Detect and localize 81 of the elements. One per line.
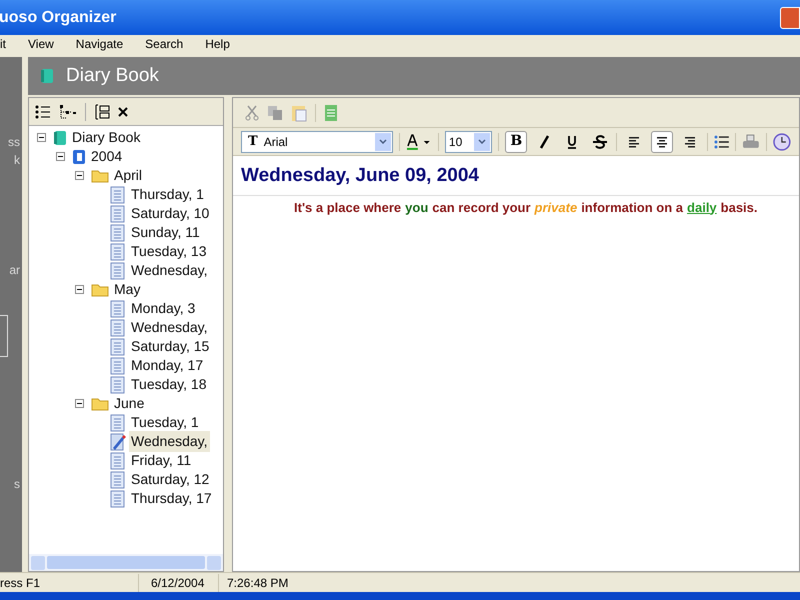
hierarchy-icon[interactable] [59,104,77,120]
align-left-icon [628,136,640,148]
tree-item[interactable]: Tuesday, 13 [129,241,208,262]
strikethrough-icon [592,134,608,148]
sidebar-frame [0,315,8,357]
page-icon [110,204,126,222]
window-title: uoso Organizer [0,8,116,28]
pencil-page-icon [110,432,126,450]
tree-item[interactable]: Monday, 17 [129,355,206,376]
folder-icon [91,396,109,410]
font-icon: T [248,132,258,152]
close-button[interactable] [780,6,800,28]
collapse-toggle[interactable] [56,152,65,161]
book-icon [40,68,54,84]
folder-icon [91,282,109,296]
tree-item[interactable]: Tuesday, 1 [129,412,201,433]
menu-item[interactable]: Search [145,35,184,53]
tree-item[interactable]: April [112,165,144,186]
tree-item[interactable]: Thursday, 1 [129,184,206,205]
page-icon [110,224,126,242]
align-center-button[interactable] [651,130,673,152]
page-icon [110,376,126,394]
book-icon [53,130,67,146]
page-icon [110,490,126,508]
bold-button[interactable]: B [505,130,528,152]
menu-item[interactable]: Help [205,35,230,53]
underline-icon [566,134,578,148]
tree-item[interactable]: Monday, 3 [129,298,198,319]
entry-heading: Wednesday, June 09, 2004 [233,156,799,196]
tree-item[interactable]: Friday, 11 [129,450,194,471]
tree-item[interactable]: Saturday, 15 [129,336,212,357]
tree-item[interactable]: Wednesday, [129,317,210,338]
header-title: Diary Book [66,64,159,88]
menu-item[interactable]: View [28,35,54,53]
status-text: ress F1 [0,574,42,592]
menu-item[interactable]: it [0,35,6,53]
printer-icon[interactable] [742,134,760,150]
tree-item[interactable]: Thursday, 17 [129,488,214,509]
page-icon [110,262,126,280]
tree-item[interactable]: June [112,393,146,414]
font-dropdown[interactable]: T Arial [241,130,394,152]
menu-item[interactable]: Navigate [76,35,124,53]
scrollbar[interactable] [29,554,223,571]
close-icon[interactable] [118,106,128,116]
collapse-toggle[interactable] [75,171,84,180]
list-tree-icon[interactable] [35,104,51,120]
align-right-icon [684,136,696,148]
tree-item[interactable]: 2004 [89,146,124,167]
page-icon [110,300,126,318]
collapse-toggle[interactable] [75,399,84,408]
tree-item[interactable]: Sunday, 11 [129,222,202,243]
page-icon [110,356,126,374]
chevron-down-icon [379,139,388,144]
page-icon [110,452,126,470]
page-icon [110,470,126,488]
font-color-icon[interactable] [406,132,432,150]
align-center-icon [656,136,668,148]
bullet-list-icon[interactable] [714,134,730,148]
entry-text: It's a place where you can record your private information on a daily basis. [293,198,759,217]
italic-icon [537,134,552,148]
clock-icon[interactable] [773,132,791,150]
collapse-toggle[interactable] [37,133,46,142]
tree-item[interactable]: Saturday, 10 [129,203,212,224]
tree-item[interactable]: Tuesday, 18 [129,374,208,395]
layout-icon[interactable] [94,104,110,120]
page-icon [110,186,126,204]
tree-item[interactable]: Wednesday, [129,431,210,452]
page-icon [110,242,126,260]
calendar-icon [72,148,86,164]
tree-item[interactable]: Saturday, 12 [129,469,212,490]
editor-area[interactable]: Wednesday, June 09, 2004 It's a place where you can record your private information on a daily basis. [233,156,799,571]
folder-icon [91,168,109,182]
page-icon [110,414,126,432]
tree-item[interactable]: May [112,279,142,300]
page-icon [110,338,126,356]
collapse-toggle[interactable] [75,285,84,294]
chevron-down-icon [478,139,486,144]
tree-item[interactable]: Diary Book [70,127,142,148]
size-dropdown[interactable]: 10 [444,130,492,152]
tree-item[interactable]: Wednesday, [129,260,210,281]
page-icon [110,318,126,336]
